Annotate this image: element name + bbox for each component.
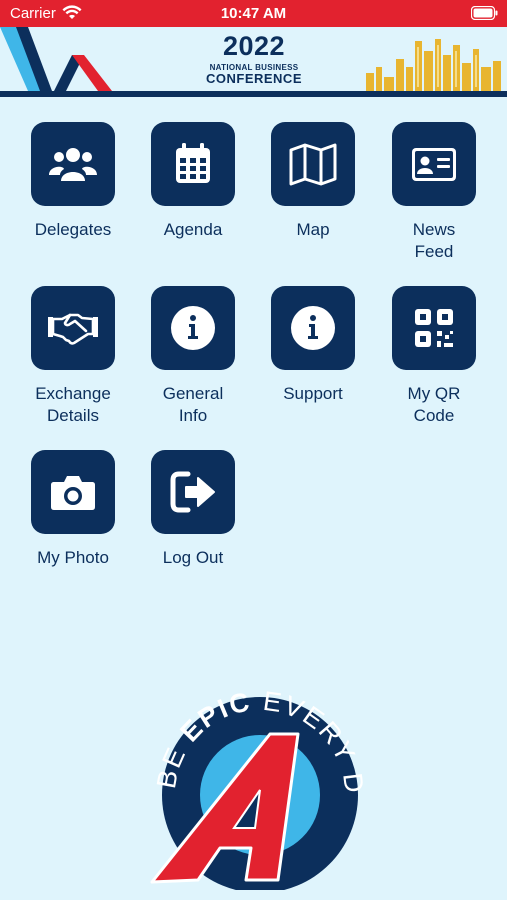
conference-banner: 2022 NATIONAL BUSINESS CONFERENCE <box>0 27 507 97</box>
calendar-icon <box>176 143 210 183</box>
qr-code-icon <box>415 309 453 347</box>
tile-news-feed[interactable]: News Feed <box>374 122 494 263</box>
log-out-button[interactable] <box>151 450 235 534</box>
map-icon <box>289 143 337 186</box>
map-label: Map <box>296 220 330 239</box>
tile-log-out[interactable]: Log Out <box>133 450 253 569</box>
support-label: Support <box>283 384 343 403</box>
map-button[interactable] <box>271 122 355 206</box>
general-info-button[interactable] <box>151 286 235 370</box>
my-photo-button[interactable] <box>31 450 115 534</box>
news-feed-label: News Feed <box>412 220 456 261</box>
tile-my-qr-code[interactable]: My QR Code <box>374 286 494 427</box>
my-qr-code-label: My QR Code <box>407 384 461 425</box>
status-time: 10:47 AM <box>220 5 287 22</box>
news-feed-button[interactable] <box>392 122 476 206</box>
tile-support[interactable]: Support <box>253 286 373 405</box>
users-icon <box>49 148 97 181</box>
my-photo-label: My Photo <box>37 548 109 567</box>
exchange-details-button[interactable] <box>31 286 115 370</box>
delegates-button[interactable] <box>31 122 115 206</box>
logout-icon <box>170 471 215 513</box>
tile-delegates[interactable]: Delegates <box>13 122 133 241</box>
tile-exchange-details[interactable]: Exchange Details <box>13 286 133 427</box>
agenda-button[interactable] <box>151 122 235 206</box>
banner-year: 2022 <box>222 31 286 61</box>
id-card-icon <box>412 148 456 181</box>
agenda-label: Agenda <box>163 220 223 239</box>
city-skyline-graphic <box>366 39 501 92</box>
tile-my-photo[interactable]: My Photo <box>13 450 133 569</box>
tile-agenda[interactable]: Agenda <box>133 122 253 241</box>
info-icon <box>171 306 215 350</box>
handshake-icon <box>48 313 98 345</box>
log-out-label: Log Out <box>162 548 224 567</box>
exchange-details-label: Exchange Details <box>35 384 111 425</box>
info-icon <box>291 306 335 350</box>
delegates-label: Delegates <box>34 220 112 239</box>
general-info-label: General Info <box>162 384 224 425</box>
support-button[interactable] <box>271 286 355 370</box>
tile-general-info[interactable]: General Info <box>133 286 253 427</box>
status-bar: Carrier 10:47 AM <box>0 0 507 27</box>
camera-icon <box>51 476 95 510</box>
my-qr-code-button[interactable] <box>392 286 476 370</box>
conference-logo-mark <box>0 27 112 91</box>
be-epic-every-day-logo: BE EPIC EVERY DAY <box>148 690 368 890</box>
banner-divider <box>0 91 507 97</box>
battery-icon <box>471 6 498 20</box>
banner-title: CONFERENCE <box>205 71 302 86</box>
tile-map[interactable]: Map <box>253 122 373 241</box>
